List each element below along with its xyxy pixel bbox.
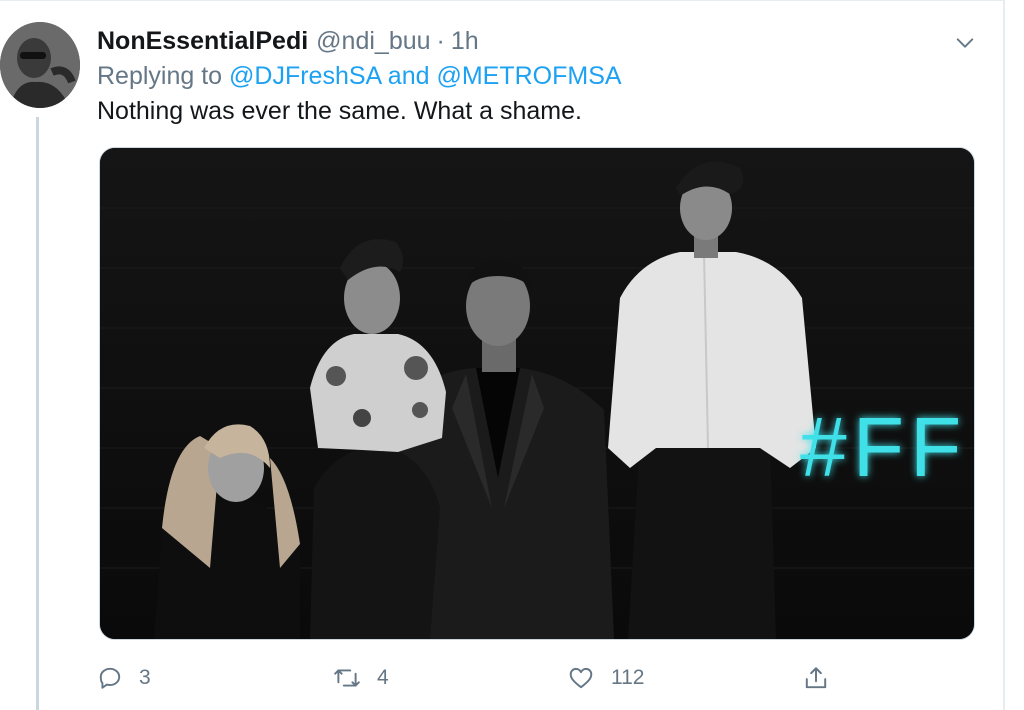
neon-hashtag-text: #FF xyxy=(800,400,967,494)
share-button[interactable] xyxy=(803,658,829,698)
chevron-down-icon xyxy=(956,38,974,48)
mention-conjunction[interactable]: and xyxy=(388,62,430,90)
avatar[interactable] xyxy=(0,22,80,108)
tweet-media-photo[interactable]: #FF xyxy=(99,147,975,640)
tweet-text: Nothing was ever the same. What a shame. xyxy=(97,97,582,125)
retweet-count: 4 xyxy=(377,666,389,689)
reply-mention-link[interactable]: @DJFreshSA and @METROFMSA xyxy=(229,62,622,90)
timestamp[interactable]: 1h xyxy=(451,27,479,56)
share-icon xyxy=(805,667,827,689)
retweet-button[interactable]: 4 xyxy=(333,658,389,698)
reply-icon xyxy=(99,667,121,689)
header-separator: · xyxy=(436,26,445,55)
reply-count: 3 xyxy=(139,666,151,689)
display-name[interactable]: NonEssentialPedi xyxy=(97,27,308,56)
tweet-actions: 3 4 112 xyxy=(97,658,837,698)
user-handle[interactable]: @ndi_buu xyxy=(316,27,430,56)
mention-metrofmsa[interactable]: @METROFMSA xyxy=(436,62,621,90)
like-button[interactable]: 112 xyxy=(567,658,644,698)
mention-djfreshsa[interactable]: @DJFreshSA xyxy=(229,62,381,90)
tweet-header: NonEssentialPedi @ndi_buu · 1h xyxy=(97,26,479,56)
heart-icon xyxy=(569,667,593,689)
retweet-icon xyxy=(334,669,360,687)
reply-button[interactable]: 3 xyxy=(97,658,151,698)
photo-four-people: #FF xyxy=(100,148,974,639)
timeline-top-border xyxy=(0,0,1004,1)
replying-prefix: Replying to xyxy=(97,62,223,90)
thread-connector-line xyxy=(36,117,39,710)
timeline-right-border xyxy=(1003,0,1005,710)
replying-to: Replying to @DJFreshSA and @METROFMSA xyxy=(97,62,622,91)
tweet-menu-button[interactable] xyxy=(950,28,980,58)
avatar-photo xyxy=(0,22,80,108)
like-count: 112 xyxy=(611,666,645,689)
